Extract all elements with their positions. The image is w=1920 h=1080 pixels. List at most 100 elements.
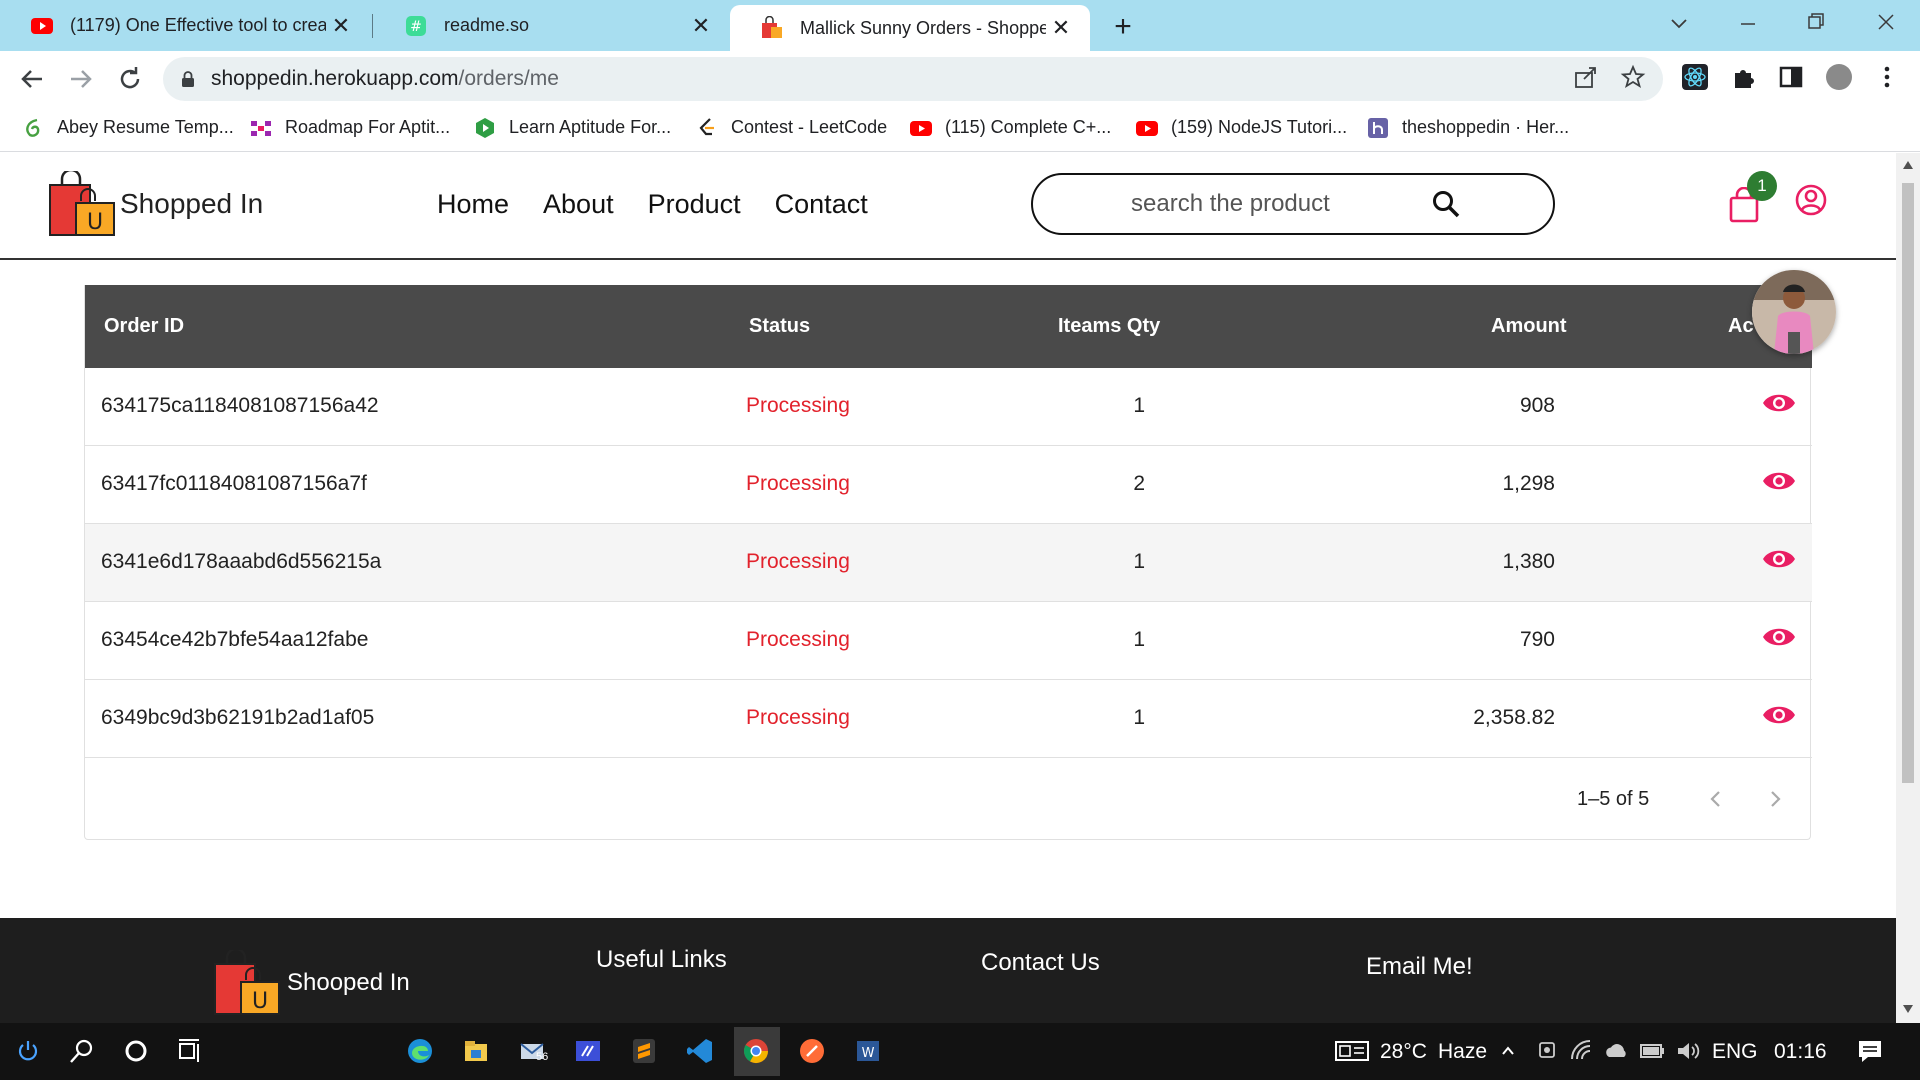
- task-view-icon[interactable]: [175, 1037, 203, 1065]
- close-window-icon[interactable]: [1866, 12, 1906, 32]
- address-bar[interactable]: shoppedin.herokuapp.com/orders/me: [163, 57, 1663, 101]
- bookmark-item[interactable]: (159) NodeJS Tutori...: [1136, 117, 1347, 138]
- extensions-puzzle-icon[interactable]: [1730, 64, 1756, 90]
- view-order-eye-icon[interactable]: [1762, 468, 1796, 494]
- side-panel-icon[interactable]: [1778, 64, 1804, 90]
- scroll-down-arrow-icon[interactable]: [1901, 1003, 1915, 1015]
- share-icon[interactable]: [1573, 64, 1599, 90]
- bookmark-label: Contest - LeetCode: [731, 117, 888, 137]
- view-order-eye-icon[interactable]: [1762, 390, 1796, 416]
- view-order-eye-icon[interactable]: [1762, 702, 1796, 728]
- windows-taskbar: 56 W 28°C Haze ENG 01:16: [0, 1023, 1920, 1080]
- new-tab-button[interactable]: +: [1108, 10, 1138, 44]
- youtube-icon: [1136, 120, 1158, 136]
- devtool-app-icon[interactable]: [574, 1037, 602, 1065]
- qty-cell: 2: [1133, 472, 1145, 495]
- youtube-icon: [31, 17, 53, 34]
- input-language[interactable]: ENG: [1712, 1040, 1758, 1064]
- site-logo[interactable]: U Shopped In: [48, 171, 263, 237]
- sublime-text-icon[interactable]: [630, 1037, 658, 1065]
- search-input[interactable]: search the product: [1031, 173, 1555, 235]
- word-icon[interactable]: W: [854, 1037, 882, 1065]
- file-explorer-icon[interactable]: [462, 1037, 490, 1065]
- next-page-chevron-icon[interactable]: [1758, 782, 1792, 816]
- cortana-icon[interactable]: [122, 1037, 150, 1065]
- search-icon[interactable]: [68, 1037, 96, 1065]
- amount-cell: 1,298: [1502, 472, 1555, 495]
- volume-icon[interactable]: [1674, 1037, 1702, 1065]
- view-order-eye-icon[interactable]: [1762, 624, 1796, 650]
- more-menu-icon[interactable]: [1874, 64, 1900, 90]
- table-row: 63454ce42b7bfe54aa12fabe Processing 1 79…: [85, 602, 1812, 680]
- bookmark-label: (115) Complete C+...: [945, 117, 1112, 137]
- tab-close-button[interactable]: ✕: [1046, 15, 1076, 41]
- profile-avatar-icon[interactable]: [1826, 64, 1852, 90]
- footer-logo[interactable]: U Shooped In: [213, 950, 410, 1016]
- tab-close-button[interactable]: ✕: [686, 13, 716, 39]
- power-icon[interactable]: [14, 1037, 42, 1065]
- vscode-icon[interactable]: [686, 1037, 714, 1065]
- page-scrollbar[interactable]: [1896, 153, 1920, 1023]
- nav-product[interactable]: Product: [648, 189, 741, 220]
- orders-table: Order ID Status Iteams Qty Amount Ac 634…: [84, 285, 1812, 840]
- floating-profile-avatar[interactable]: [1752, 270, 1836, 354]
- aptitude-icon: [476, 117, 494, 138]
- tab-orders-active[interactable]: Mallick Sunny Orders - Shopped ✕: [730, 5, 1090, 51]
- bookmark-star-icon[interactable]: [1620, 64, 1646, 90]
- mail-badge-count: 56: [536, 1051, 549, 1063]
- scroll-up-arrow-icon[interactable]: [1901, 159, 1915, 171]
- footer-useful-links-heading: Useful Links: [596, 946, 727, 973]
- tab-readme[interactable]: # readme.so ✕: [374, 0, 730, 51]
- meet-now-icon[interactable]: [1534, 1037, 1562, 1065]
- column-header-items-qty[interactable]: Iteams Qty: [1058, 315, 1160, 338]
- bookmark-item[interactable]: Abey Resume Temp...: [22, 117, 234, 138]
- table-row: 6341e6d178aaabd6d556215a Processing 1 1,…: [85, 524, 1812, 602]
- nav-home[interactable]: Home: [437, 189, 509, 220]
- wifi-icon[interactable]: [1568, 1037, 1596, 1065]
- order-id-cell: 6349bc9d3b62191b2ad1af05: [101, 706, 375, 729]
- weather-temperature[interactable]: 28°C: [1380, 1040, 1427, 1064]
- notification-center-icon[interactable]: [1856, 1037, 1884, 1065]
- show-hidden-icons-chevron[interactable]: [1500, 1037, 1516, 1065]
- nav-contact[interactable]: Contact: [775, 189, 868, 220]
- battery-charging-icon[interactable]: [1638, 1037, 1666, 1065]
- forward-arrow-icon[interactable]: [63, 61, 99, 97]
- news-weather-icon[interactable]: [1334, 1037, 1370, 1065]
- edge-browser-icon[interactable]: [406, 1037, 434, 1065]
- onedrive-cloud-icon[interactable]: [1602, 1037, 1630, 1065]
- bookmark-item[interactable]: (115) Complete C+...: [910, 117, 1111, 138]
- column-header-amount[interactable]: Amount: [1491, 315, 1567, 338]
- nav-about[interactable]: About: [543, 189, 614, 220]
- react-devtools-icon[interactable]: [1682, 64, 1708, 90]
- main-nav: Home About Product Contact: [437, 189, 868, 220]
- tab-search-chevron-icon[interactable]: [1660, 14, 1698, 34]
- user-account-icon[interactable]: [1795, 184, 1827, 216]
- bookmark-item[interactable]: Contest - LeetCode: [696, 117, 887, 138]
- svg-text:W: W: [862, 1046, 875, 1061]
- weather-description[interactable]: Haze: [1438, 1040, 1487, 1064]
- bookmark-item[interactable]: Learn Aptitude For...: [474, 117, 671, 138]
- postman-icon[interactable]: [798, 1037, 826, 1065]
- bookmark-item[interactable]: Roadmap For Aptit...: [250, 117, 450, 138]
- restore-icon[interactable]: [1796, 12, 1836, 32]
- system-clock[interactable]: 01:16: [1774, 1040, 1827, 1064]
- status-cell: Processing: [746, 550, 850, 573]
- column-header-order-id[interactable]: Order ID: [104, 315, 184, 338]
- view-order-eye-icon[interactable]: [1762, 546, 1796, 572]
- bookmark-item[interactable]: theshoppedin · Her...: [1367, 117, 1569, 138]
- previous-page-chevron-icon[interactable]: [1699, 782, 1733, 816]
- search-icon[interactable]: [1431, 189, 1461, 219]
- reload-icon[interactable]: [112, 61, 148, 97]
- column-header-status[interactable]: Status: [749, 315, 810, 338]
- back-arrow-icon[interactable]: [14, 61, 50, 97]
- tab-close-button[interactable]: ✕: [326, 13, 356, 39]
- site-header: U Shopped In Home About Product Contact …: [0, 153, 1896, 260]
- chrome-icon[interactable]: [742, 1037, 770, 1065]
- minimize-icon[interactable]: [1728, 14, 1768, 34]
- bookmark-label: Learn Aptitude For...: [509, 117, 672, 137]
- tab-youtube[interactable]: (1179) One Effective tool to creat ✕: [0, 0, 370, 51]
- lock-icon[interactable]: [181, 71, 195, 87]
- site-footer: U Shooped In Useful Links Contact Us Ema…: [0, 918, 1896, 1023]
- scrollbar-thumb[interactable]: [1902, 183, 1914, 783]
- column-header-actions[interactable]: Ac: [1728, 315, 1754, 338]
